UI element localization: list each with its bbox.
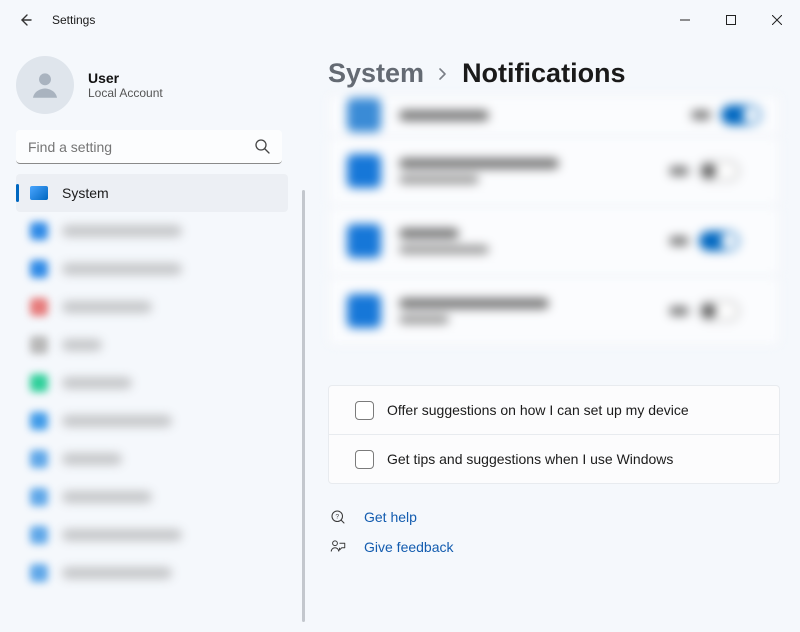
- link-label: Give feedback: [364, 539, 454, 555]
- link-label: Get help: [364, 509, 417, 525]
- give-feedback-link[interactable]: Give feedback: [328, 538, 780, 556]
- nav-icon-blurred: [30, 488, 48, 506]
- window-controls: [662, 5, 800, 35]
- sidebar-scrollbar[interactable]: [300, 190, 308, 622]
- sidebar-item-system[interactable]: System: [16, 174, 288, 212]
- help-icon: ?: [328, 508, 348, 526]
- user-icon: [28, 68, 62, 102]
- breadcrumb-parent[interactable]: System: [328, 58, 424, 89]
- nav-label-blurred: [62, 377, 132, 389]
- nav-icon-blurred: [30, 412, 48, 430]
- nav-label-blurred: [62, 453, 122, 465]
- additional-settings-panel: Offer suggestions on how I can set up my…: [328, 385, 780, 484]
- nav-label-blurred: [62, 415, 172, 427]
- sidebar-item-blurred[interactable]: [16, 516, 288, 554]
- maximize-icon: [726, 15, 736, 25]
- user-account-row[interactable]: User Local Account: [16, 50, 288, 130]
- footer-links: ? Get help Give feedback: [328, 508, 780, 556]
- page-title: Notifications: [462, 58, 626, 89]
- option-offer-suggestions[interactable]: Offer suggestions on how I can set up my…: [329, 386, 779, 434]
- nav-icon-blurred: [30, 374, 48, 392]
- nav-label-blurred: [62, 225, 182, 237]
- nav-icon-blurred: [30, 450, 48, 468]
- window-title: Settings: [52, 13, 95, 27]
- get-help-link[interactable]: ? Get help: [328, 508, 780, 526]
- sidebar-item-blurred[interactable]: [16, 364, 288, 402]
- back-button[interactable]: [10, 5, 40, 35]
- sidebar-item-blurred[interactable]: [16, 440, 288, 478]
- avatar: [16, 56, 74, 114]
- search-input[interactable]: [16, 130, 282, 164]
- sidebar-item-blurred[interactable]: [16, 250, 288, 288]
- breadcrumb: System Notifications: [328, 58, 780, 89]
- system-icon: [30, 186, 48, 200]
- sidebar: User Local Account System: [0, 40, 300, 632]
- checkbox-get-tips[interactable]: [355, 450, 374, 469]
- title-bar: Settings: [0, 0, 800, 40]
- sidebar-item-blurred[interactable]: [16, 212, 288, 250]
- option-get-tips[interactable]: Get tips and suggestions when I use Wind…: [329, 434, 779, 483]
- feedback-icon: [328, 538, 348, 556]
- chevron-right-icon: [436, 67, 450, 81]
- nav-label-blurred: [62, 301, 152, 313]
- search-wrap: [16, 130, 288, 164]
- minimize-button[interactable]: [662, 5, 708, 35]
- sidebar-nav: System: [16, 174, 288, 592]
- nav-icon-blurred: [30, 222, 48, 240]
- nav-icon-blurred: [30, 260, 48, 278]
- content: System Notifications: [308, 40, 800, 632]
- sidebar-item-blurred[interactable]: [16, 554, 288, 592]
- close-button[interactable]: [754, 5, 800, 35]
- svg-text:?: ?: [335, 514, 339, 521]
- nav-icon-blurred: [30, 298, 48, 316]
- close-icon: [772, 15, 782, 25]
- checkbox-offer-suggestions[interactable]: [355, 401, 374, 420]
- nav-label-blurred: [62, 491, 152, 503]
- app-notifications-list-blurred: [328, 95, 780, 345]
- nav-icon-blurred: [30, 564, 48, 582]
- nav-label-blurred: [62, 263, 182, 275]
- sidebar-item-blurred[interactable]: [16, 288, 288, 326]
- nav-label-blurred: [62, 339, 102, 351]
- scrollbar-thumb[interactable]: [302, 190, 305, 622]
- option-label: Offer suggestions on how I can set up my…: [387, 402, 689, 418]
- sidebar-item-label: System: [62, 185, 109, 201]
- sidebar-item-blurred[interactable]: [16, 402, 288, 440]
- user-name: User: [88, 70, 163, 86]
- nav-icon-blurred: [30, 336, 48, 354]
- option-label: Get tips and suggestions when I use Wind…: [387, 451, 673, 467]
- back-arrow-icon: [17, 12, 33, 28]
- nav-icon-blurred: [30, 526, 48, 544]
- user-subtitle: Local Account: [88, 86, 163, 100]
- sidebar-item-blurred[interactable]: [16, 326, 288, 364]
- nav-label-blurred: [62, 567, 172, 579]
- maximize-button[interactable]: [708, 5, 754, 35]
- minimize-icon: [680, 15, 690, 25]
- nav-label-blurred: [62, 529, 182, 541]
- sidebar-item-blurred[interactable]: [16, 478, 288, 516]
